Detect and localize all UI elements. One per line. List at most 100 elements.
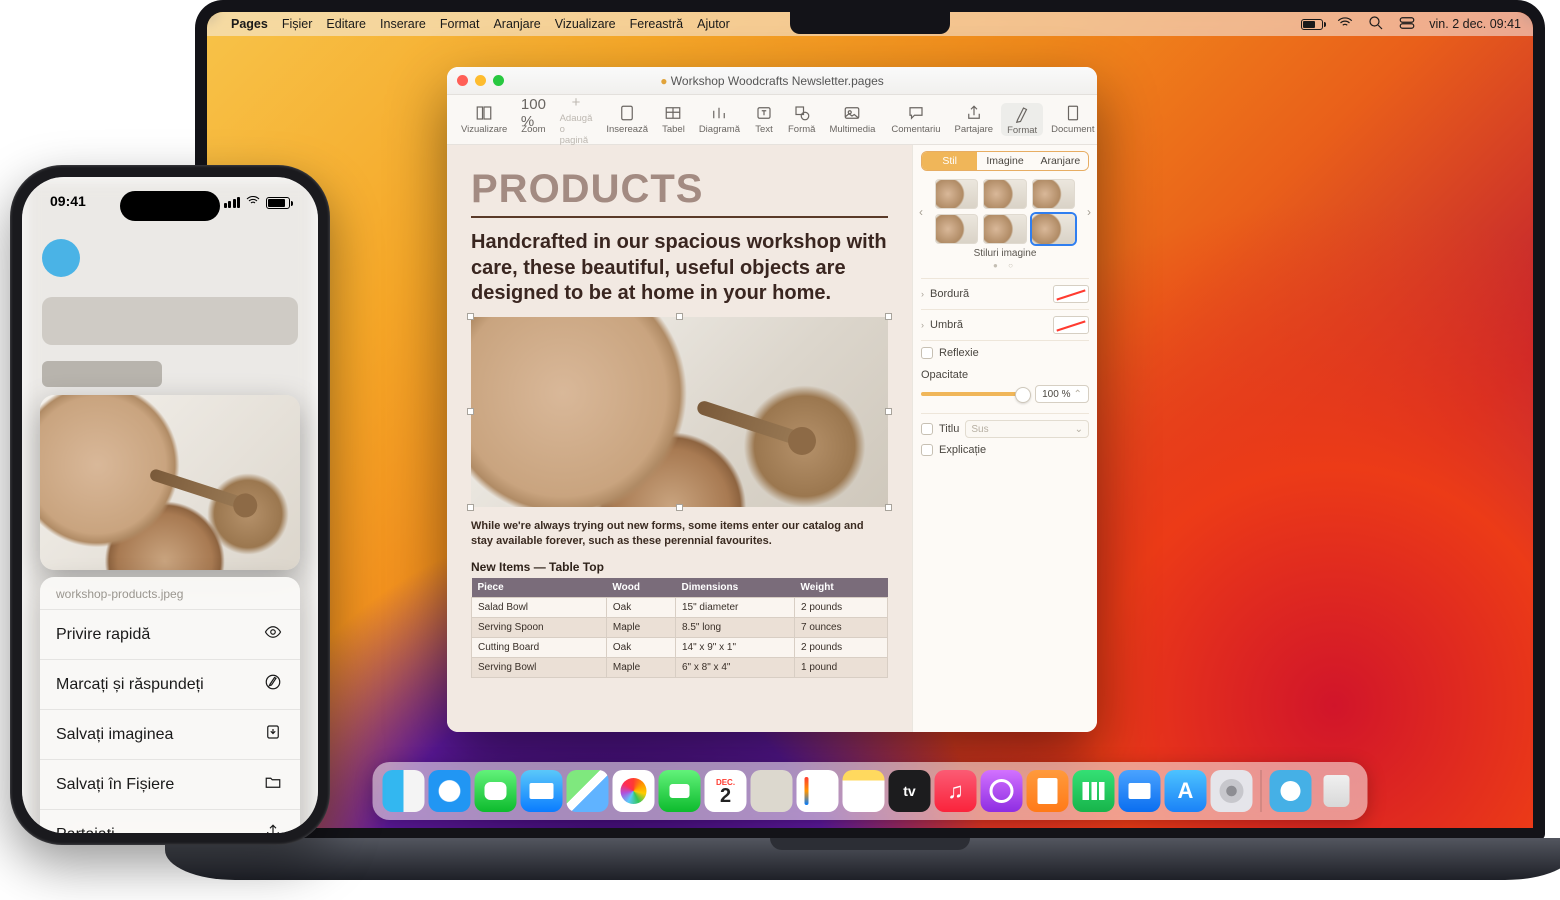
menu-format[interactable]: Format: [440, 17, 480, 31]
tb-zoom[interactable]: 100 %Zoom: [515, 104, 551, 135]
resize-handle[interactable]: [885, 504, 892, 511]
doc-table[interactable]: Piece Wood Dimensions Weight Salad BowlO…: [471, 578, 888, 678]
border-row[interactable]: ›Bordură: [921, 278, 1089, 309]
dock-finder-icon[interactable]: [383, 770, 425, 812]
tb-format[interactable]: Format: [1001, 103, 1043, 136]
reflection-checkbox[interactable]: [921, 347, 933, 359]
resize-handle[interactable]: [467, 408, 474, 415]
tb-document[interactable]: Document: [1045, 104, 1097, 135]
macbook-frame: Pages Fișier Editare Inserare Format Ara…: [195, 0, 1545, 880]
menu-quick-look[interactable]: Privire rapidă: [40, 609, 300, 659]
caption-checkbox[interactable]: [921, 444, 933, 456]
tb-insert[interactable]: Inserează: [600, 104, 654, 135]
menu-arrange[interactable]: Aranjare: [493, 17, 540, 31]
th[interactable]: Weight: [795, 578, 888, 598]
menu-window[interactable]: Fereastră: [630, 17, 684, 31]
image-style-preset[interactable]: [983, 179, 1026, 209]
doc-table-heading[interactable]: New Items — Table Top: [471, 560, 888, 574]
resize-handle[interactable]: [885, 313, 892, 320]
menu-file[interactable]: Fișier: [282, 17, 313, 31]
tab-image[interactable]: Imagine: [977, 152, 1032, 170]
resize-handle[interactable]: [885, 408, 892, 415]
image-style-preset[interactable]: [1032, 214, 1075, 244]
menu-save-files[interactable]: Salvați în Fișiere: [40, 759, 300, 809]
menu-share[interactable]: Partajați: [40, 809, 300, 833]
image-style-preset[interactable]: [1032, 179, 1075, 209]
tb-view[interactable]: Vizualizare: [455, 104, 513, 135]
image-style-preset[interactable]: [935, 214, 978, 244]
opacity-slider[interactable]: [921, 392, 1029, 396]
dock-contacts-icon[interactable]: [751, 770, 793, 812]
image-style-preset[interactable]: [935, 179, 978, 209]
dock-appstore-icon[interactable]: [1165, 770, 1207, 812]
menubar-clock[interactable]: vin. 2 dec. 09:41: [1429, 17, 1521, 31]
menubar-app-name[interactable]: Pages: [231, 17, 268, 31]
dock-numbers-icon[interactable]: [1073, 770, 1115, 812]
shadow-row[interactable]: ›Umbră: [921, 309, 1089, 340]
menu-view[interactable]: Vizualizare: [555, 17, 616, 31]
dock-music-icon[interactable]: [935, 770, 977, 812]
title-checkbox[interactable]: [921, 423, 933, 435]
dock-trash-icon[interactable]: [1316, 770, 1358, 812]
image-preview[interactable]: [40, 395, 300, 570]
dock-downloads-icon[interactable]: [1270, 770, 1312, 812]
image-style-preset[interactable]: [983, 214, 1026, 244]
dock-pages-icon[interactable]: [1027, 770, 1069, 812]
tab-style[interactable]: Stil: [922, 152, 977, 170]
tb-comment[interactable]: Comentariu: [885, 104, 946, 135]
dock-tv-icon[interactable]: [889, 770, 931, 812]
doc-subheading[interactable]: Handcrafted in our spacious workshop wit…: [471, 230, 888, 307]
pages-window: ● Workshop Woodcrafts Newsletter.pages V…: [447, 67, 1097, 732]
menu-help[interactable]: Ajutor: [697, 17, 730, 31]
tb-chart[interactable]: Diagramă: [693, 104, 746, 135]
th[interactable]: Wood: [606, 578, 675, 598]
title-position-dropdown[interactable]: Sus⌄: [965, 420, 1089, 438]
dock-mail-icon[interactable]: [521, 770, 563, 812]
dock-photos-icon[interactable]: [613, 770, 655, 812]
window-titlebar[interactable]: ● Workshop Woodcrafts Newsletter.pages: [447, 67, 1097, 95]
menu-insert[interactable]: Inserare: [380, 17, 426, 31]
opacity-value-field[interactable]: 100 %⌃: [1035, 385, 1089, 403]
tb-table[interactable]: Tabel: [656, 104, 691, 135]
battery-icon[interactable]: [1301, 19, 1323, 30]
dock-settings-icon[interactable]: [1211, 770, 1253, 812]
border-swatch-none[interactable]: [1053, 285, 1089, 303]
menu-save-image[interactable]: Salvați imaginea: [40, 709, 300, 759]
resize-handle[interactable]: [676, 504, 683, 511]
dock-facetime-icon[interactable]: [659, 770, 701, 812]
document-canvas[interactable]: PRODUCTS Handcrafted in our spacious wor…: [447, 145, 912, 732]
th[interactable]: Piece: [472, 578, 607, 598]
dock-maps-icon[interactable]: [567, 770, 609, 812]
tb-shape[interactable]: Formă: [782, 104, 821, 135]
wifi-icon[interactable]: [1336, 14, 1354, 35]
eye-icon: [262, 623, 284, 646]
dock-notes-icon[interactable]: [843, 770, 885, 812]
page-dots[interactable]: ● ○: [921, 261, 1089, 270]
doc-body-text[interactable]: While we're always trying out new forms,…: [471, 519, 888, 549]
menu-edit[interactable]: Editare: [326, 17, 366, 31]
dock-podcasts-icon[interactable]: [981, 770, 1023, 812]
th[interactable]: Dimensions: [675, 578, 794, 598]
resize-handle[interactable]: [676, 313, 683, 320]
opacity-row: 100 %⌃: [921, 381, 1089, 414]
dock-keynote-icon[interactable]: [1119, 770, 1161, 812]
resize-handle[interactable]: [467, 313, 474, 320]
tb-media[interactable]: Multimedia: [823, 104, 881, 135]
resize-handle[interactable]: [467, 504, 474, 511]
dock-safari-icon[interactable]: [429, 770, 471, 812]
media-icon: [842, 104, 862, 122]
control-center-icon[interactable]: [1398, 14, 1416, 35]
doc-heading[interactable]: PRODUCTS: [471, 167, 888, 218]
dock-reminders-icon[interactable]: [797, 770, 839, 812]
doc-selected-image[interactable]: [471, 317, 888, 507]
tb-text[interactable]: Text: [748, 104, 780, 135]
styles-next-icon[interactable]: ›: [1087, 205, 1091, 219]
tb-share[interactable]: Partajare: [949, 104, 1000, 135]
dock-calendar-icon[interactable]: DEC.2: [705, 770, 747, 812]
tab-arrange[interactable]: Aranjare: [1033, 152, 1088, 170]
spotlight-icon[interactable]: [1367, 14, 1385, 35]
menu-markup-reply[interactable]: Marcați și răspundeți: [40, 659, 300, 709]
dock-messages-icon[interactable]: [475, 770, 517, 812]
styles-prev-icon[interactable]: ‹: [919, 205, 923, 219]
shadow-swatch-none[interactable]: [1053, 316, 1089, 334]
